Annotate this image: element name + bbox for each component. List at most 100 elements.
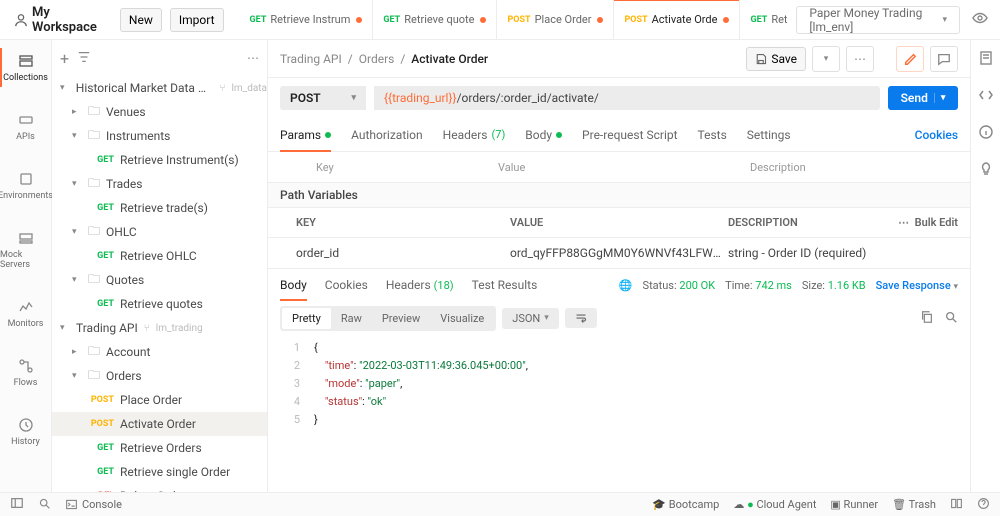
req-activate-order[interactable]: POSTActivate Order	[52, 412, 267, 436]
req-place-order[interactable]: POSTPlace Order	[52, 388, 267, 412]
collection-trading[interactable]: ▾Trading API⑂lm_trading	[52, 316, 267, 340]
new-button[interactable]: New	[120, 8, 162, 32]
reqtab-authorization[interactable]: Authorization	[351, 118, 423, 151]
import-button[interactable]: Import	[170, 8, 224, 32]
folder-account[interactable]: ▸🗀Account	[52, 340, 267, 364]
bootcamp-link[interactable]: 🎓 Bootcamp	[652, 498, 719, 511]
create-collection-button[interactable]: +	[60, 49, 69, 68]
folder-ohlc[interactable]: ▾🗀OHLC	[52, 220, 267, 244]
documentation-button[interactable]	[896, 46, 924, 72]
folder-quotes[interactable]: ▾🗀Quotes	[52, 268, 267, 292]
folder-icon: 🗀	[88, 270, 100, 291]
reqtab-headers[interactable]: Headers (7)	[443, 118, 506, 151]
save-response-link[interactable]: Save Response ▾	[876, 279, 958, 292]
reqtab-body[interactable]: Body	[525, 118, 562, 151]
response-body[interactable]: 1{ 2 "time": "2022-03-03T11:49:36.045+00…	[268, 335, 970, 492]
col-options[interactable]: ⋯	[898, 216, 909, 229]
rail-apis[interactable]: APIs	[0, 107, 51, 146]
view-mode-segmented: Pretty Raw Preview Visualize	[280, 306, 496, 331]
cell-value[interactable]: ord_qyFFP88GGgMM0Y6WNVf43LFWPVgCWHr...	[510, 246, 728, 260]
layout-toggle[interactable]	[950, 497, 963, 513]
req-retrieve-ohlc[interactable]: GETRetrieve OHLC	[52, 244, 267, 268]
topbar: My Workspace New Import GETRetrieve Inst…	[0, 0, 1000, 40]
tab-retrieve-quote[interactable]: GETRetrieve quote	[373, 0, 497, 40]
cell-description[interactable]: string - Order ID (required)	[728, 246, 898, 260]
more-actions[interactable]: ⋯	[846, 46, 874, 72]
save-button[interactable]: Save	[746, 47, 806, 71]
resptab-cookies[interactable]: Cookies	[325, 269, 368, 301]
folder-orders[interactable]: ▾🗀Orders	[52, 364, 267, 388]
console-button[interactable]: Console	[65, 498, 122, 511]
method-selector[interactable]: POST▾	[280, 86, 366, 110]
folder-trades[interactable]: ▾🗀Trades	[52, 172, 267, 196]
tab-place-order[interactable]: POSTPlace Order	[497, 0, 614, 40]
lightbulb-icon[interactable]	[978, 161, 994, 180]
rail-mock-servers[interactable]: Mock Servers	[0, 225, 51, 274]
collection-historical[interactable]: ▾Historical Market Data API⑂lm_data	[52, 76, 267, 100]
find-button[interactable]	[38, 497, 51, 513]
req-retrieve-quotes[interactable]: GETRetrieve quotes	[52, 292, 267, 316]
rail-environments[interactable]: Environments	[0, 166, 51, 205]
col-value: VALUE	[510, 216, 728, 229]
workspace-name: My Workspace	[32, 5, 98, 35]
resptab-body[interactable]: Body	[280, 269, 307, 301]
cloud-agent[interactable]: ☁ ● Cloud Agent	[733, 498, 816, 511]
search-response-button[interactable]	[944, 310, 958, 327]
chevron-down-icon: ▾	[942, 15, 947, 25]
view-visualize[interactable]: Visualize	[430, 308, 494, 329]
sidebar-more[interactable]: ⋯	[247, 51, 259, 65]
rail-history[interactable]: History	[0, 412, 51, 451]
view-pretty[interactable]: Pretty	[282, 308, 331, 329]
rail-collections[interactable]: Collections	[0, 48, 51, 87]
sidebar-toggle[interactable]	[10, 496, 24, 513]
rail-monitors[interactable]: Monitors	[0, 294, 51, 333]
folder-icon: 🗀	[88, 342, 100, 363]
folder-venues[interactable]: ▸🗀Venues	[52, 100, 267, 124]
bulk-edit-link[interactable]: Bulk Edit	[915, 216, 958, 229]
reqtab-prerequest[interactable]: Pre-request Script	[582, 118, 677, 151]
code-icon[interactable]	[978, 87, 994, 106]
req-retrieve-trades[interactable]: GETRetrieve trade(s)	[52, 196, 267, 220]
runner-button[interactable]: ▣ Runner	[830, 498, 878, 511]
folder-instruments[interactable]: ▾🗀Instruments	[52, 124, 267, 148]
size-value: 1.16 KB	[828, 279, 866, 292]
req-delete-order[interactable]: DELDelete Order	[52, 484, 267, 492]
save-dropdown[interactable]: ▾	[812, 46, 840, 72]
comments-button[interactable]	[930, 46, 958, 72]
breadcrumb-b[interactable]: Orders	[359, 52, 395, 66]
req-retrieve-orders[interactable]: GETRetrieve Orders	[52, 436, 267, 460]
resptab-headers[interactable]: Headers (18)	[386, 269, 454, 301]
reqtab-tests[interactable]: Tests	[698, 118, 727, 151]
view-preview[interactable]: Preview	[372, 308, 430, 329]
reqtab-params[interactable]: Params	[280, 118, 331, 151]
wrap-lines-button[interactable]	[565, 308, 597, 328]
tab-activate-order[interactable]: POSTActivate Orde	[614, 0, 740, 40]
copy-response-button[interactable]	[920, 310, 934, 327]
help-button[interactable]	[977, 497, 990, 513]
cell-key[interactable]: order_id	[280, 246, 510, 260]
environment-selector[interactable]: Paper Money Trading [lm_env] ▾	[796, 6, 960, 34]
send-button[interactable]: Send▾	[888, 86, 958, 110]
reqtab-settings[interactable]: Settings	[747, 118, 791, 151]
dirty-dot	[597, 17, 603, 23]
trash-button[interactable]: 🗑 Trash	[892, 498, 936, 511]
req-retrieve-instruments[interactable]: GETRetrieve Instrument(s)	[52, 148, 267, 172]
globe-icon[interactable]: 🌐	[619, 279, 633, 292]
info-icon[interactable]	[978, 124, 994, 143]
tab-retrieve-instrument[interactable]: GETRetrieve Instrum	[240, 0, 374, 40]
filter-button[interactable]	[77, 50, 91, 67]
workspace-selector[interactable]: My Workspace	[8, 1, 104, 39]
view-raw[interactable]: Raw	[331, 308, 372, 329]
table-row[interactable]: order_id ord_qyFFP88GGgMM0Y6WNVf43LFWPVg…	[268, 238, 970, 268]
format-selector[interactable]: JSON▾	[502, 308, 559, 329]
url-input[interactable]: {{trading_url}}/orders/:order_id/activat…	[374, 86, 880, 110]
breadcrumb-a[interactable]: Trading API	[280, 52, 342, 66]
req-retrieve-single-order[interactable]: GETRetrieve single Order	[52, 460, 267, 484]
rail-flows[interactable]: Flows	[0, 353, 51, 392]
col-description: DESCRIPTION	[728, 216, 898, 229]
tab-retrieve-orders[interactable]: GETRetrieve Orders	[740, 0, 788, 40]
documentation-icon[interactable]	[978, 50, 994, 69]
cookies-link[interactable]: Cookies	[915, 128, 958, 142]
environment-quicklook[interactable]	[968, 6, 992, 33]
resptab-tests[interactable]: Test Results	[472, 269, 538, 301]
